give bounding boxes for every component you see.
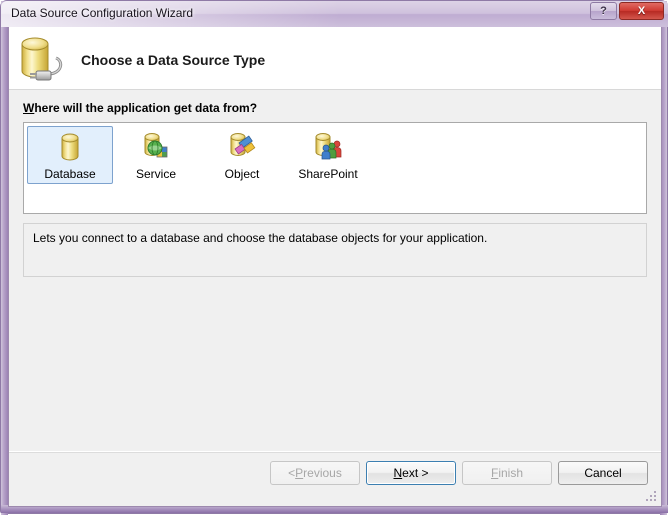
finish-button-accesskey: F xyxy=(490,466,499,480)
previous-button-accesskey: P xyxy=(295,466,304,480)
database-with-plug-icon xyxy=(16,31,72,87)
cancel-button[interactable]: Cancel xyxy=(558,461,648,485)
help-button[interactable]: ? xyxy=(590,2,617,20)
window-frame-left xyxy=(1,1,8,515)
data-source-label: Service xyxy=(135,167,176,181)
dialog-footer: < Previous Next > Finish Cancel xyxy=(9,453,661,505)
previous-button-prefix: < xyxy=(288,466,296,480)
previous-button-label: revious xyxy=(303,466,342,480)
close-button[interactable]: X xyxy=(619,2,664,20)
data-source-label: Object xyxy=(224,167,260,181)
window-title: Data Source Configuration Wizard xyxy=(11,6,194,20)
next-button-label: ext > xyxy=(402,466,429,480)
cancel-button-label: Cancel xyxy=(584,466,622,480)
description-panel: Lets you connect to a database and choos… xyxy=(23,223,647,277)
prompt-label: Where will the application get data from… xyxy=(23,101,257,115)
data-source-item-object[interactable]: Object xyxy=(199,126,285,184)
finish-button-label: inish xyxy=(498,466,524,480)
prompt-accesskey: W xyxy=(23,101,35,115)
database-cylinder-icon xyxy=(53,132,87,164)
data-source-label: Database xyxy=(44,167,96,181)
next-button[interactable]: Next > xyxy=(366,461,456,485)
database-sharepoint-people-icon xyxy=(311,132,345,164)
data-source-item-sharepoint[interactable]: SharePoint xyxy=(285,126,371,184)
dialog-window: Data Source Configuration Wizard ? X Cho… xyxy=(0,0,668,515)
data-source-type-list[interactable]: Database Service Object SharePoint xyxy=(23,122,647,214)
finish-button[interactable]: Finish xyxy=(462,461,552,485)
page-title: Choose a Data Source Type xyxy=(81,52,266,68)
data-source-item-service[interactable]: Service xyxy=(113,126,199,184)
button-row: < Previous Next > Finish Cancel xyxy=(270,461,648,485)
data-source-item-database[interactable]: Database xyxy=(27,126,113,184)
dialog-body: Where will the application get data from… xyxy=(9,90,661,505)
title-bar[interactable]: Data Source Configuration Wizard ? X xyxy=(1,1,668,27)
previous-button[interactable]: < Previous xyxy=(270,461,360,485)
wizard-banner: Choose a Data Source Type xyxy=(9,27,661,90)
question-mark-icon: ? xyxy=(600,5,607,17)
data-source-tile-row: Database Service Object SharePoint xyxy=(24,123,646,184)
next-button-accesskey: N xyxy=(393,466,403,480)
data-source-label: SharePoint xyxy=(298,167,358,181)
resize-grip[interactable] xyxy=(645,490,658,503)
dialog-client-area: Choose a Data Source Type Where will the… xyxy=(8,27,662,507)
window-controls: ? X xyxy=(590,2,664,20)
object-diamonds-icon xyxy=(225,132,259,164)
close-x-icon: X xyxy=(637,5,646,17)
database-globe-service-icon xyxy=(139,132,173,164)
prompt-text: here will the application get data from? xyxy=(34,101,258,115)
description-text: Lets you connect to a database and choos… xyxy=(33,231,488,245)
